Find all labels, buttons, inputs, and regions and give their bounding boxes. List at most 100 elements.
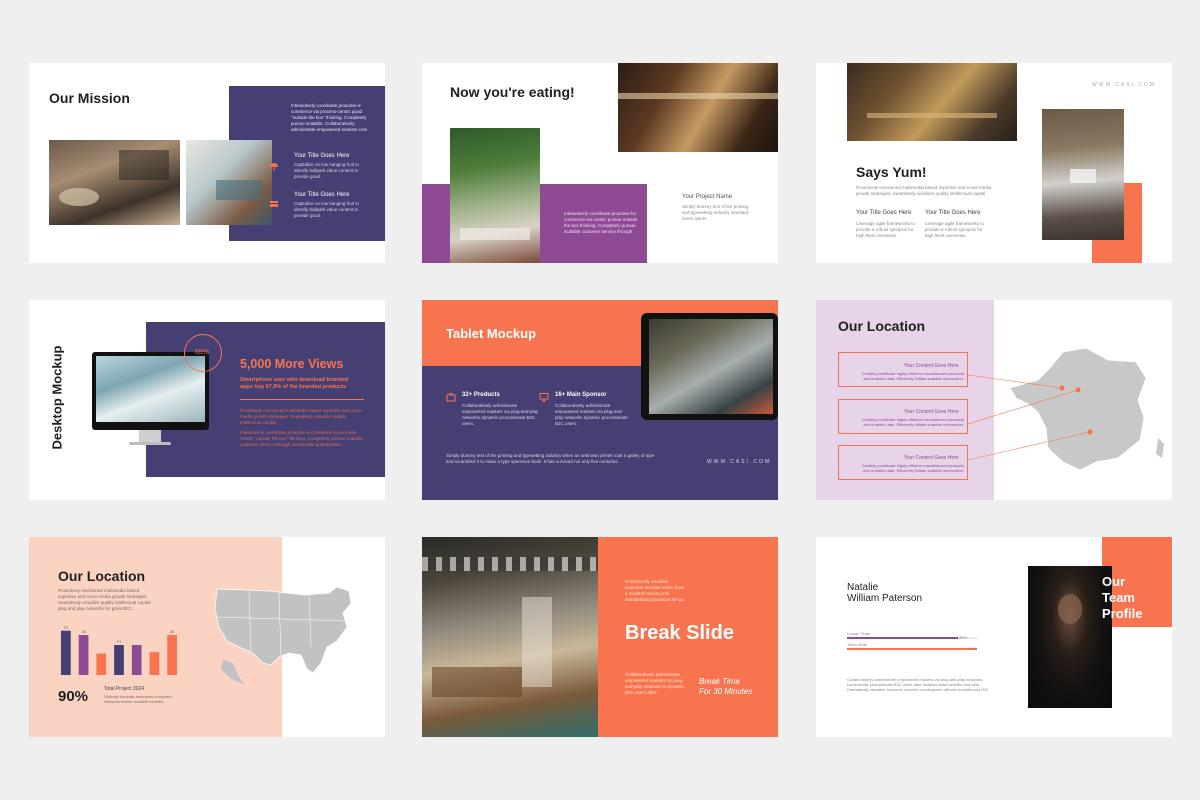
slide-our-location-france[interactable]: Our Location Your Content Goes Here Cred… bbox=[816, 300, 1172, 500]
title-line-1: Our bbox=[1102, 574, 1126, 589]
project-title: Your Project Name bbox=[682, 194, 733, 200]
skill-value: 100% bbox=[967, 646, 978, 651]
item-text: Leverage agile frameworks to provide a r… bbox=[925, 221, 985, 238]
location-box-text: Credibly pontificate highly efficient ma… bbox=[861, 371, 964, 381]
big-number: 90% bbox=[58, 688, 89, 705]
slide-desktop-mockup[interactable]: Desktop Mockup 65% 5,000 More Views Smar… bbox=[29, 300, 385, 500]
street-cafe-photo bbox=[1042, 109, 1124, 240]
chart-bar bbox=[114, 645, 124, 675]
paragraph-1: Proactively envisioned multimedia based … bbox=[240, 408, 364, 425]
says-yum-body: Proactively envisioned multimedia based … bbox=[856, 185, 992, 196]
usa-map bbox=[214, 586, 352, 685]
plants-photo bbox=[450, 128, 540, 263]
location-box-text: Credibly pontificate highly efficient ma… bbox=[861, 463, 964, 473]
map-marker bbox=[1059, 385, 1065, 391]
slide-title: Tablet Mockup bbox=[446, 326, 537, 341]
skill-track bbox=[847, 648, 977, 650]
umbrella-icon bbox=[269, 159, 279, 171]
chart-bar-label: 31 bbox=[64, 625, 69, 630]
mission-intro: Interactively coordinate proactive e-com… bbox=[291, 103, 368, 132]
slide-now-youre-eating[interactable]: Now you're eating! Interactively coordin… bbox=[422, 63, 778, 263]
profile-body: Collaboratively administrate empowered m… bbox=[847, 677, 990, 692]
total-title: Total Project 2024 bbox=[104, 686, 145, 692]
slide-title-vertical: Desktop Mockup bbox=[49, 345, 65, 450]
total-text: Globally incubate standards compliant ch… bbox=[104, 694, 172, 704]
item-text: Capitalize on low hanging fruit to ident… bbox=[294, 201, 360, 218]
item-title: Your Title Goes Here bbox=[294, 153, 350, 159]
location-box-title: Your Content Goes Here bbox=[904, 409, 959, 415]
restaurant-photo bbox=[49, 140, 180, 225]
skill-fill bbox=[847, 648, 977, 650]
skill-value: 85% bbox=[959, 635, 968, 640]
skill-track bbox=[847, 637, 977, 639]
skill-fill bbox=[847, 637, 958, 639]
slide-tablet-mockup[interactable]: Tablet Mockup 32+ Products Collaborative… bbox=[422, 300, 778, 500]
slide-title: Our Location bbox=[58, 568, 146, 584]
monitor-stand bbox=[139, 430, 161, 442]
bar-chart: 31 28 21 28 bbox=[60, 625, 178, 675]
slide-title: Says Yum! bbox=[856, 164, 927, 180]
slide-title: Our Mission bbox=[49, 90, 130, 106]
slide-break[interactable]: Dramatically visualize customer directed… bbox=[422, 537, 778, 737]
chart-bar bbox=[78, 635, 89, 675]
item-text: Collaboratively administrate empowered m… bbox=[555, 403, 628, 426]
percent-label: 65% bbox=[195, 349, 210, 356]
item-text: Collaboratively administrate empowered m… bbox=[462, 403, 539, 426]
eating-body: Interactively coordinate proactive for c… bbox=[564, 211, 638, 234]
team-member-photo bbox=[1028, 566, 1112, 708]
item-title: Your Title Goes Here bbox=[925, 210, 981, 216]
map-marker bbox=[1075, 387, 1081, 393]
slide-our-location-usa[interactable]: Our Location Proactively envisioned mult… bbox=[29, 537, 385, 737]
restaurant-interior-photo bbox=[847, 63, 1017, 141]
title-line-2: Team bbox=[1102, 590, 1135, 605]
slide-says-yum[interactable]: WWW.CASI.COM Says Yum! Proactively envis… bbox=[816, 63, 1172, 263]
chart-bar bbox=[149, 652, 160, 675]
site-url: WWW.CASI.COM bbox=[1092, 82, 1156, 88]
break-subtitle-1: Break Time bbox=[699, 677, 740, 686]
cafe-photo bbox=[186, 140, 272, 225]
slide-title: Now you're eating! bbox=[450, 84, 575, 100]
chart-bar-label: 28 bbox=[81, 629, 86, 634]
item-text: Leverage agile frameworks to provide a r… bbox=[856, 221, 916, 238]
item-text: Capitalize on low hanging fruit to ident… bbox=[294, 162, 360, 179]
location-box-text: Credibly pontificate highly efficient ma… bbox=[861, 417, 964, 427]
chart-bar bbox=[60, 630, 71, 675]
chart-bar bbox=[131, 645, 142, 675]
france-map bbox=[968, 347, 1164, 471]
item-title: Your Title Goes Here bbox=[294, 192, 350, 198]
slide-our-mission[interactable]: Our Mission Interactively coordinate pro… bbox=[29, 63, 385, 263]
wallet-icon bbox=[269, 196, 279, 207]
divider bbox=[240, 399, 364, 400]
paragraph-2: Interactively coordinate proactive e-com… bbox=[240, 430, 363, 447]
slide-team-profile[interactable]: Our Team Profile Natalie William Paterso… bbox=[816, 537, 1172, 737]
headline: 5,000 More Views bbox=[240, 357, 344, 371]
break-intro: Dramatically visualize customer directed… bbox=[625, 579, 685, 602]
break-text: Collaboratively administrate empowered m… bbox=[625, 672, 685, 695]
briefcase-icon bbox=[446, 389, 456, 402]
project-text: Simply dummy text of the printing and ty… bbox=[682, 204, 749, 221]
location-body: Proactively envisioned multimedia based … bbox=[58, 588, 151, 611]
monitor-icon bbox=[539, 389, 549, 402]
slide-title: Our Location bbox=[838, 318, 926, 334]
map-marker bbox=[1087, 429, 1093, 435]
item-title: 16+ Main Sponsor bbox=[555, 392, 607, 398]
chart-bar bbox=[96, 653, 107, 675]
location-box-title: Your Content Goes Here bbox=[904, 455, 959, 461]
item-title: 32+ Products bbox=[462, 392, 500, 398]
site-url: WWW.CASI.COM bbox=[707, 459, 771, 465]
title-line-3: Profile bbox=[1102, 606, 1143, 621]
item-title: Your Title Goes Here bbox=[856, 210, 912, 216]
dining-table-photo bbox=[618, 63, 778, 152]
monitor-base bbox=[129, 442, 171, 445]
chart-bar-label: 21 bbox=[117, 639, 122, 644]
break-subtitle-2: For 30 Minutes bbox=[699, 687, 753, 696]
chart-bar-label: 28 bbox=[170, 629, 175, 634]
industrial-cafe-photo bbox=[422, 537, 598, 737]
slide-title: Break Slide bbox=[625, 622, 734, 644]
subhead: Smartphone user who download branded app… bbox=[240, 377, 349, 390]
tablet-device bbox=[641, 313, 778, 420]
tablet-body: Simply dummy text of the printing and ty… bbox=[446, 453, 655, 464]
member-name-2: William Paterson bbox=[847, 593, 923, 604]
chart-bar bbox=[167, 635, 178, 675]
location-box-title: Your Content Goes Here bbox=[904, 363, 959, 369]
